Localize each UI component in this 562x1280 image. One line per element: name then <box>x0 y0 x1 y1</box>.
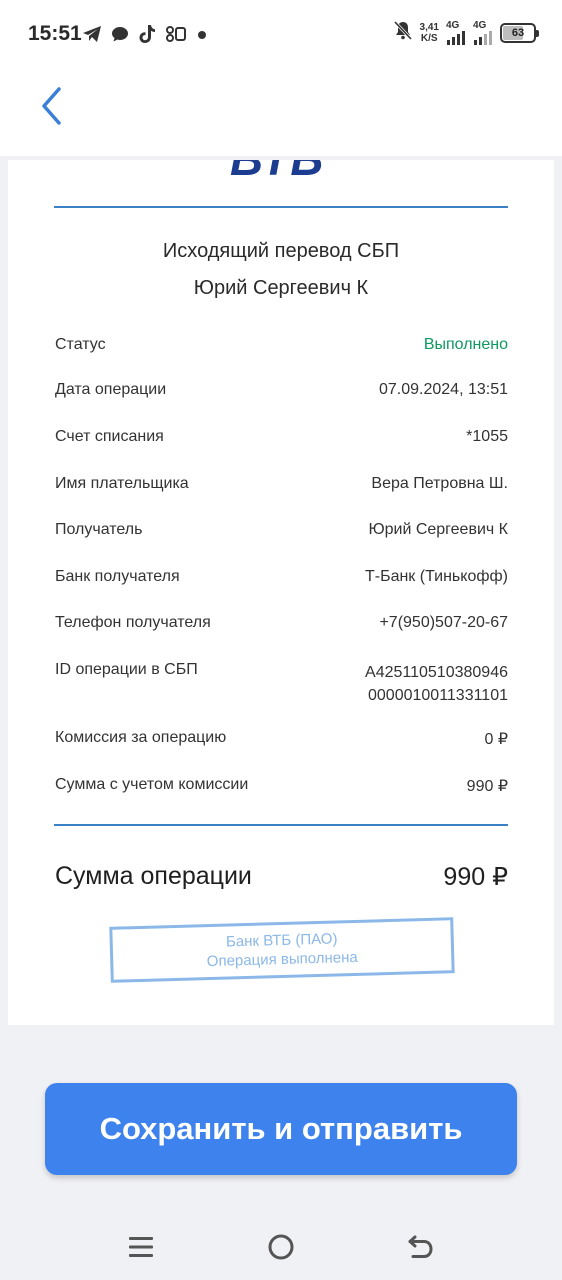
row-value: Юрий Сергеевич К <box>368 521 508 538</box>
detail-row-commission: Комиссия за операцию 0 ₽ <box>55 729 508 749</box>
network-type-label: 4G <box>473 19 487 31</box>
back-arrow-icon <box>408 1235 433 1258</box>
row-label: Дата операции <box>55 381 167 398</box>
receipt-card: ВТБ Исходящий перевод СБП Юрий Сергеевич… <box>8 160 554 1025</box>
signal-bars-icon <box>447 30 465 45</box>
sbp-id-line-1: A425110510380946 <box>365 664 508 681</box>
row-label: Счет списания <box>55 428 164 445</box>
total-row: Сумма операции 990 ₽ <box>55 862 508 892</box>
total-label: Сумма операции <box>55 862 252 890</box>
row-value: 0 ₽ <box>484 731 508 748</box>
network-type-label: 4G <box>446 19 460 31</box>
row-value: *1055 <box>466 428 508 445</box>
detail-row-sum-with-commission: Сумма с учетом комиссии 990 ₽ <box>55 776 508 796</box>
bank-logo: ВТБ <box>230 160 324 186</box>
speed-unit: K/S <box>420 32 438 44</box>
stamp-line-2: Операция выполнена <box>206 948 358 971</box>
total-value: 990 ₽ <box>443 863 508 891</box>
row-value: 990 ₽ <box>466 778 508 795</box>
home-circle-icon <box>268 1234 294 1260</box>
system-navigation-bar <box>0 1205 562 1280</box>
bank-stamp: Банк ВТБ (ПАО) Операция выполнена <box>109 917 455 983</box>
notification-icons <box>82 24 208 49</box>
status-value: Выполнено <box>423 336 508 353</box>
nav-home-button[interactable] <box>261 1227 301 1267</box>
divider <box>54 824 508 826</box>
row-value: +7(950)507-20-67 <box>379 614 508 631</box>
row-label: Телефон получателя <box>55 614 211 631</box>
nav-menu-button[interactable] <box>121 1227 161 1267</box>
save-and-send-button[interactable]: Сохранить и отправить <box>45 1083 517 1175</box>
signal-1: 4G <box>446 19 466 45</box>
menu-icon <box>129 1237 153 1257</box>
row-label: Получатель <box>55 521 143 538</box>
signal-2: 4G <box>473 19 493 45</box>
row-label: Имя плательщика <box>55 475 189 492</box>
row-label: ID операции в СБП <box>55 661 198 678</box>
chevron-left-icon <box>42 87 61 125</box>
detail-row-payer: Имя плательщика Вера Петровна Ш. <box>55 475 508 493</box>
battery-level: 63 <box>511 26 525 39</box>
divider <box>54 206 508 208</box>
detail-row-sbp-id: ID операции в СБП A425110510380946 00000… <box>55 661 508 707</box>
mute-bell-icon <box>393 20 413 45</box>
detail-row-account: Счет списания *1055 <box>55 428 508 446</box>
tiktok-icon <box>138 24 156 49</box>
chat-icon <box>111 25 129 48</box>
detail-row-recipient-phone: Телефон получателя +7(950)507-20-67 <box>55 614 508 632</box>
speed-value: 3,41 <box>419 21 439 33</box>
clock: 15:51 <box>28 22 82 45</box>
back-button[interactable] <box>30 84 74 128</box>
more-dot-icon <box>196 28 208 46</box>
nav-back-button[interactable] <box>401 1227 441 1267</box>
signal-bars-icon <box>474 30 492 45</box>
row-label: Сумма с учетом комиссии <box>55 776 249 793</box>
row-value: 07.09.2024, 13:51 <box>378 381 508 398</box>
row-value: Т-Банк (Тинькофф) <box>364 568 508 585</box>
detail-row-recipient-bank: Банк получателя Т-Банк (Тинькофф) <box>55 568 508 586</box>
sbp-id-line-2: 0000010011331101 <box>368 687 508 704</box>
receipt-title: Исходящий перевод СБП <box>162 240 400 262</box>
app-notification-icon <box>165 25 187 48</box>
detail-row-status: Статус Выполнено <box>55 336 508 354</box>
row-value: A425110510380946 0000010011331101 <box>365 661 508 707</box>
network-speed: 3,41 K/S <box>420 22 439 44</box>
row-label: Банк получателя <box>55 568 180 585</box>
row-label: Статус <box>55 336 106 353</box>
detail-row-recipient: Получатель Юрий Сергеевич К <box>55 521 508 539</box>
system-icons: 3,41 K/S 4G 4G 63 <box>393 19 539 45</box>
telegram-icon <box>82 25 102 48</box>
recipient-name: Юрий Сергеевич К <box>193 277 369 299</box>
app-header <box>0 70 562 156</box>
battery-icon: 63 <box>500 22 539 43</box>
row-value: Вера Петровна Ш. <box>371 475 508 492</box>
status-bar: 15:51 3,41 K/S 4G 4G 63 <box>0 0 562 70</box>
row-label: Комиссия за операцию <box>55 729 227 746</box>
detail-row-date: Дата операции 07.09.2024, 13:51 <box>55 381 508 399</box>
